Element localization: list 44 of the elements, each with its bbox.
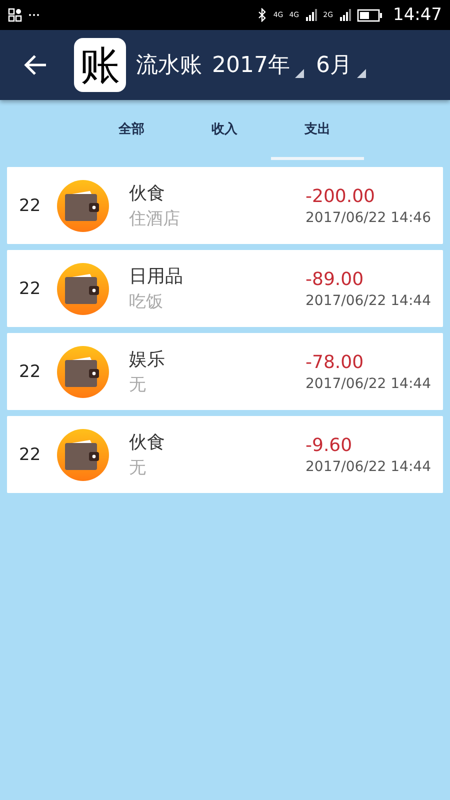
wallet-icon bbox=[57, 180, 109, 232]
app-logo: 账 bbox=[74, 38, 126, 92]
entry-datetime: 2017/06/22 14:44 bbox=[306, 458, 431, 474]
amount-text: -9.60 bbox=[306, 434, 352, 456]
category-name: 娱乐 bbox=[129, 348, 166, 371]
signal-icon bbox=[339, 9, 351, 21]
wallet-icon bbox=[57, 262, 109, 314]
category-name: 日用品 bbox=[129, 265, 184, 288]
wallet-icon bbox=[57, 346, 109, 398]
bluetooth-icon bbox=[258, 8, 268, 22]
wallet-icon bbox=[57, 428, 109, 480]
entry-card[interactable]: 22 伙食 无 -9.60 2017/06/22 14:44 bbox=[7, 416, 443, 493]
day-number: 22 bbox=[19, 362, 42, 382]
dropdown-corner-icon bbox=[295, 69, 304, 78]
year-dropdown[interactable]: 2017年 bbox=[212, 50, 304, 80]
day-number: 22 bbox=[19, 444, 42, 464]
entry-note: 无 bbox=[129, 374, 147, 396]
entry-note: 无 bbox=[129, 457, 147, 479]
clock-time: 14:47 bbox=[393, 5, 442, 25]
category-name: 伙食 bbox=[129, 431, 166, 454]
more-icon bbox=[28, 13, 40, 17]
entry-card[interactable]: 22 娱乐 无 -78.00 2017/06/22 14:44 bbox=[7, 333, 443, 410]
filter-tab[interactable]: 全部 bbox=[85, 100, 178, 160]
filter-tab[interactable]: 支出 bbox=[271, 100, 364, 160]
app-grid-icon bbox=[8, 8, 22, 22]
entry-card[interactable]: 22 伙食 住酒店 -200.00 2017/06/22 14:46 bbox=[7, 167, 443, 244]
dropdown-corner-icon bbox=[357, 69, 366, 78]
page-title: 流水账 bbox=[136, 52, 202, 80]
amount-text: -200.00 bbox=[306, 186, 375, 206]
battery-icon bbox=[357, 8, 383, 22]
amount-text: -78.00 bbox=[306, 352, 364, 372]
day-number: 22 bbox=[19, 278, 42, 298]
entry-datetime: 2017/06/22 14:46 bbox=[306, 210, 431, 226]
entry-datetime: 2017/06/22 14:44 bbox=[306, 376, 431, 392]
entry-note: 吃饭 bbox=[129, 291, 164, 313]
entry-datetime: 2017/06/22 14:44 bbox=[306, 292, 431, 308]
amount-text: -89.00 bbox=[306, 268, 364, 290]
filter-tab[interactable]: 收入 bbox=[178, 100, 271, 160]
category-name: 伙食 bbox=[129, 182, 166, 205]
signal-icon bbox=[305, 9, 318, 21]
month-dropdown[interactable]: 6月 bbox=[316, 50, 366, 80]
entry-note: 住酒店 bbox=[129, 208, 181, 230]
day-number: 22 bbox=[19, 196, 42, 216]
entry-card[interactable]: 22 日用品 吃饭 -89.00 2017/06/22 14:44 bbox=[7, 250, 443, 327]
